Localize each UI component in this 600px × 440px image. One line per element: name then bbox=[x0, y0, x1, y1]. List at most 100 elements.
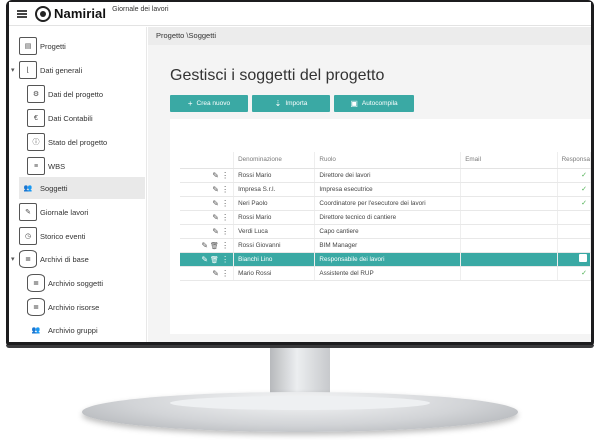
more-options-icon[interactable]: ⋮ bbox=[219, 199, 229, 208]
actions-header bbox=[180, 152, 235, 169]
subjects-table: Denominazione Ruolo Email Responsa ✎ ⋮ Ro… bbox=[180, 152, 591, 281]
column-header-ruolo[interactable]: Ruolo bbox=[314, 152, 462, 169]
check-icon: ✓ bbox=[581, 186, 587, 193]
accounting-data-icon: € bbox=[27, 109, 45, 127]
event-history-icon: ◷ bbox=[19, 227, 37, 245]
sidebar-item-label: Dati del progetto bbox=[48, 89, 104, 99]
table-row[interactable]: ✎ ⋮ Verdi Luca Capo cantiere bbox=[180, 224, 591, 239]
import-button[interactable]: ⇣ Importa bbox=[252, 95, 330, 112]
sidebar-item-wbs[interactable]: ≡ WBS bbox=[27, 155, 145, 177]
more-options-icon[interactable]: ⋮ bbox=[219, 269, 229, 278]
sidebar-item-label: Archivio soggetti bbox=[48, 278, 104, 288]
cell-email bbox=[460, 252, 558, 267]
check-icon: ✓ bbox=[581, 172, 587, 179]
cell-role: Coordinatore per l'esecutore dei lavori bbox=[314, 196, 462, 211]
cell-name: Mario Rossi bbox=[233, 266, 316, 281]
more-options-icon[interactable]: ⋮ bbox=[219, 255, 229, 264]
sidebar-item-label: WBS bbox=[48, 161, 66, 171]
sidebar-item-label: Soggetti bbox=[40, 183, 68, 193]
sidebar-item-archivio-risorse[interactable]: ≣ Archivio risorse bbox=[27, 296, 145, 318]
cell-email bbox=[460, 182, 558, 197]
namirial-logo-icon bbox=[35, 5, 51, 22]
hamburger-menu-icon[interactable] bbox=[17, 9, 27, 18]
sidebar-item-stato-progetto[interactable]: ⓘ Stato del progetto bbox=[27, 131, 145, 153]
sidebar-item-label: Archivio gruppi bbox=[48, 325, 98, 335]
cell-responsabile: ✓ bbox=[557, 182, 591, 197]
sidebar-item-dati-progetto[interactable]: ⚙ Dati del progetto bbox=[27, 83, 145, 105]
delete-icon[interactable]: 🗑 bbox=[208, 243, 219, 250]
edit-icon[interactable]: ✎ bbox=[212, 227, 219, 236]
subjects-panel: Denominazione Ruolo Email Responsa ✎ ⋮ Ro… bbox=[170, 119, 591, 334]
cell-name: Rossi Giovanni bbox=[233, 238, 316, 253]
plus-icon: + bbox=[187, 99, 193, 108]
column-header-email[interactable]: Email bbox=[460, 152, 558, 169]
cell-responsabile bbox=[557, 224, 591, 239]
cell-email bbox=[460, 224, 558, 239]
edit-icon[interactable]: ✎ bbox=[212, 213, 219, 222]
sidebar-item-archivi-base[interactable]: ▾ ≣ Archivi di base bbox=[11, 248, 145, 270]
table-row[interactable]: ✎ ⋮ Neri Paolo Coordinatore per l'esecutor… bbox=[180, 196, 591, 211]
cell-role: Direttore tecnico di cantiere bbox=[314, 210, 462, 225]
cell-responsabile bbox=[557, 238, 591, 253]
edit-icon[interactable]: ✎ bbox=[212, 269, 219, 278]
cell-responsabile: ✓ bbox=[557, 196, 591, 211]
app-screen: Namirial Giornale dei lavori ▤ Progetti … bbox=[9, 2, 591, 342]
column-header-responsabile[interactable]: Responsa bbox=[557, 152, 591, 169]
create-new-button[interactable]: + Crea nuovo bbox=[170, 95, 248, 112]
monitor-stand-base-highlight bbox=[170, 396, 430, 410]
table-row[interactable]: ✎ ⋮ Rossi Mario Direttore tecnico di canti… bbox=[180, 210, 591, 225]
projects-icon: ▤ bbox=[19, 37, 37, 55]
subjects-archive-icon: ≣ bbox=[27, 274, 45, 292]
table-row[interactable]: ✎ 🗑 ⋮ Rossi Giovanni BIM Manager bbox=[180, 238, 591, 253]
cell-role: Responsabile dei lavori bbox=[314, 252, 462, 267]
top-bar: Namirial Giornale dei lavori bbox=[9, 2, 591, 26]
cell-name: Verdi Luca bbox=[233, 224, 316, 239]
table-header-row: Denominazione Ruolo Email Responsa bbox=[180, 152, 591, 169]
sidebar-item-archivio-gruppi[interactable]: 👥 Archivio gruppi bbox=[27, 319, 145, 341]
table-row[interactable]: ✎ 🗑 ⋮ Bianchi Lino Responsabile dei lavori bbox=[180, 252, 591, 267]
cell-responsabile: ✓ bbox=[557, 266, 591, 281]
more-options-icon[interactable]: ⋮ bbox=[219, 185, 229, 194]
more-options-icon[interactable]: ⋮ bbox=[219, 227, 229, 236]
cell-email bbox=[460, 196, 558, 211]
autofill-button[interactable]: ▣ Autocompila bbox=[334, 95, 414, 112]
edit-icon[interactable]: ✎ bbox=[212, 171, 219, 180]
column-header-denominazione[interactable]: Denominazione bbox=[233, 152, 316, 169]
sidebar-item-archivio-soggetti[interactable]: ≣ Archivio soggetti bbox=[27, 272, 145, 294]
edit-icon[interactable]: ✎ bbox=[212, 199, 219, 208]
subjects-icon: 👥 bbox=[23, 185, 33, 192]
work-journal-icon: ✎ bbox=[19, 203, 37, 221]
cell-role: Impresa esecutrice bbox=[314, 182, 462, 197]
chevron-down-icon[interactable]: ▾ bbox=[11, 255, 19, 263]
project-status-icon: ⓘ bbox=[27, 133, 45, 151]
sidebar-item-progetti[interactable]: ▤ Progetti bbox=[19, 35, 145, 57]
sidebar-item-giornale-lavori[interactable]: ✎ Giornale lavori bbox=[19, 201, 145, 223]
cell-responsabile: ✓ bbox=[557, 168, 591, 183]
cell-name: Neri Paolo bbox=[233, 196, 316, 211]
table-row[interactable]: ✎ ⋮ Mario Rossi Assistente del RUP ✓ bbox=[180, 266, 591, 281]
more-options-icon[interactable]: ⋮ bbox=[219, 171, 229, 180]
groups-archive-icon: 👥 bbox=[31, 327, 41, 334]
sidebar-item-label: Dati generali bbox=[40, 65, 83, 75]
sidebar-item-soggetti[interactable]: 👥 Soggetti bbox=[19, 177, 145, 199]
more-options-icon[interactable]: ⋮ bbox=[219, 241, 229, 250]
resources-archive-icon: ≣ bbox=[27, 298, 45, 316]
delete-icon[interactable]: 🗑 bbox=[208, 257, 219, 264]
row-actions: ✎ ⋮ bbox=[180, 210, 235, 225]
import-icon: ⇣ bbox=[274, 99, 282, 108]
edit-icon[interactable]: ✎ bbox=[212, 185, 219, 194]
more-options-icon[interactable]: ⋮ bbox=[219, 213, 229, 222]
sidebar-item-label: Archivio risorse bbox=[48, 302, 100, 312]
sidebar-item-storico-eventi[interactable]: ◷ Storico eventi bbox=[19, 225, 145, 247]
table-row[interactable]: ✎ ⋮ Rossi Mario Direttore dei lavori ✓ bbox=[180, 168, 591, 183]
sidebar-item-dati-contabili[interactable]: € Dati Contabili bbox=[27, 107, 145, 129]
sidebar: ▤ Progetti ▾ ⌊ Dati generali ⚙ Dati del … bbox=[9, 27, 147, 342]
table-row[interactable]: ✎ ⋮ Impresa S.r.l. Impresa esecutrice ✓ bbox=[180, 182, 591, 197]
project-data-icon: ⚙ bbox=[27, 85, 45, 103]
cell-name: Rossi Mario bbox=[233, 210, 316, 225]
create-new-label: Crea nuovo bbox=[196, 100, 231, 107]
general-data-icon: ⌊ bbox=[19, 61, 37, 79]
autofill-icon: ▣ bbox=[350, 99, 358, 108]
sidebar-item-dati-generali[interactable]: ▾ ⌊ Dati generali bbox=[11, 59, 145, 81]
chevron-down-icon[interactable]: ▾ bbox=[11, 66, 19, 74]
